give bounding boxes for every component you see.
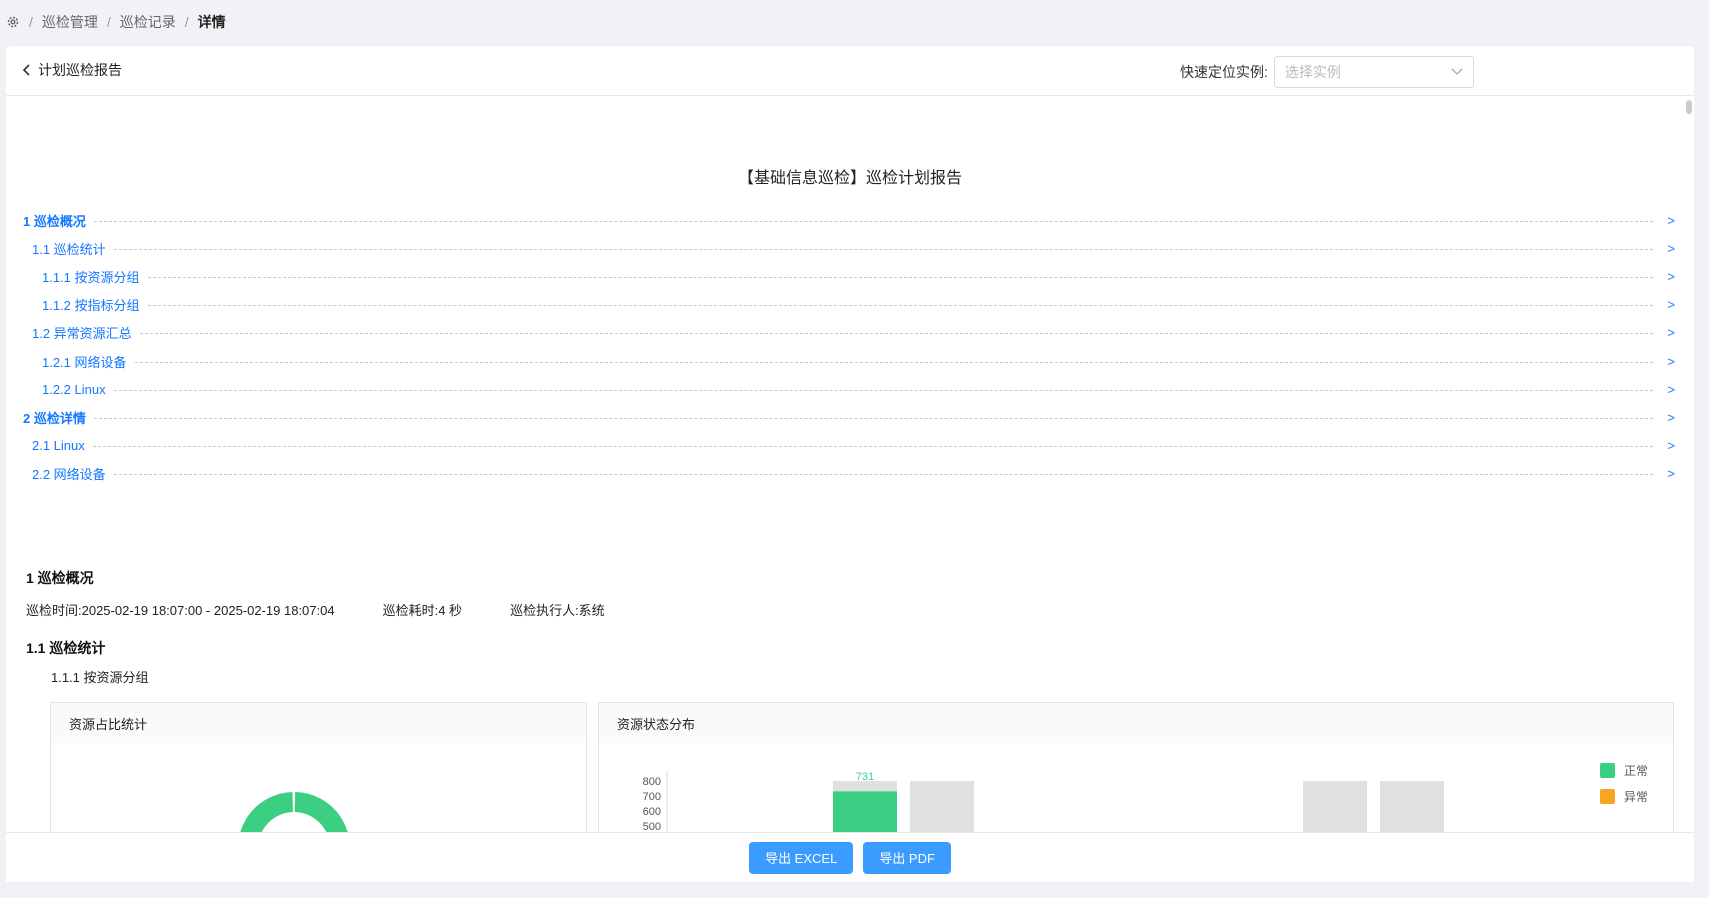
- breadcrumb-separator: /: [184, 14, 189, 30]
- toc-item-label: 1.2.1 网络设备: [42, 354, 127, 370]
- section-title-overview: 1 巡检概况: [26, 570, 94, 586]
- breadcrumb: / 巡检管理 / 巡检记录 / 详情: [0, 0, 1709, 44]
- inspection-meta: 巡检时间:2025-02-19 18:07:00 - 2025-02-19 18…: [26, 600, 653, 619]
- toc-item[interactable]: 1.2.1 网络设备 >: [42, 351, 1675, 371]
- pie-slice[interactable]: [240, 792, 348, 832]
- y-tick-label: 600: [643, 806, 661, 818]
- instance-locator: 快速定位实例: 选择实例: [1180, 56, 1474, 88]
- bar-background: [910, 781, 974, 832]
- breadcrumb-separator: /: [29, 14, 33, 30]
- toc-item-label: 1.2.2 Linux: [42, 381, 106, 397]
- inspection-executor: 巡检执行人:系统: [510, 603, 605, 618]
- toc-item[interactable]: 2.1 Linux >: [32, 436, 1675, 456]
- toc-leader-dots: [139, 333, 1653, 335]
- toc-item-label: 1 巡检概况: [23, 213, 86, 229]
- locate-label: 快速定位实例:: [1180, 64, 1268, 80]
- toc-item[interactable]: 2.2 网络设备 >: [32, 464, 1675, 484]
- toc-item-label: 1.1.2 按指标分组: [42, 298, 140, 314]
- export-excel-button[interactable]: 导出 EXCEL: [749, 841, 854, 874]
- resource-status-chart: 800700600500400300200731正常异常: [643, 763, 1648, 832]
- bar-background: [1303, 781, 1367, 832]
- resource-ratio-chart: 正常(731)99.86%异常(1)0.14%: [240, 792, 348, 832]
- breadcrumb-item-detail: 详情: [197, 14, 226, 30]
- resource-ratio-panel: 资源占比统计 正常(731)99.86%异常(1)0.14%: [50, 702, 587, 832]
- toc-arrow-icon: >: [1667, 325, 1675, 341]
- report-title: 【基础信息巡检】巡检计划报告: [737, 170, 962, 187]
- scrollbar[interactable]: [1686, 100, 1692, 114]
- legend-label[interactable]: 异常: [1624, 790, 1648, 804]
- footer-actions: 导出 EXCEL 导出 PDF: [6, 832, 1694, 882]
- export-pdf-button[interactable]: 导出 PDF: [863, 841, 951, 874]
- toc-arrow-icon: >: [1667, 297, 1675, 313]
- breadcrumb-item-inspection-management[interactable]: 巡检管理: [42, 12, 98, 32]
- section-title-stats: 1.1 巡检统计: [26, 640, 106, 656]
- toc-item[interactable]: 2 巡检详情 >: [23, 407, 1675, 427]
- bar-background: [1380, 781, 1444, 832]
- toc-leader-dots: [134, 361, 1653, 363]
- breadcrumb-item-inspection-records[interactable]: 巡检记录: [120, 12, 176, 32]
- toc-item[interactable]: 1.2 异常资源汇总 >: [32, 323, 1675, 343]
- legend-swatch[interactable]: [1600, 789, 1615, 804]
- toc-arrow-icon: >: [1667, 268, 1675, 284]
- report-card: 计划巡检报告 快速定位实例: 选择实例 【基础信息巡检】巡检计划报告 1 巡检概…: [6, 46, 1694, 882]
- toc-item-label: 1.1 巡检统计: [32, 241, 106, 257]
- toc-arrow-icon: >: [1667, 409, 1675, 425]
- toc-item[interactable]: 1 巡检概况 >: [23, 210, 1675, 230]
- toc-arrow-icon: >: [1667, 438, 1675, 454]
- inspection-time: 巡检时间:2025-02-19 18:07:00 - 2025-02-19 18…: [26, 603, 335, 618]
- back-button[interactable]: 计划巡检报告: [22, 60, 122, 80]
- toc-arrow-icon: >: [1667, 353, 1675, 369]
- bar-value-label: 731: [856, 771, 874, 783]
- report-content[interactable]: 【基础信息巡检】巡检计划报告 1 巡检概况 >1.1 巡检统计 >1.1.1 按资源…: [6, 96, 1694, 832]
- resource-status-panel: 资源状态分布 800700600500400300200731正常异常: [598, 702, 1674, 832]
- toc-item-label: 2 巡检详情: [23, 410, 86, 426]
- toc-item[interactable]: 1.1.1 按资源分组 >: [42, 266, 1675, 286]
- toc-leader-dots: [147, 305, 1653, 307]
- y-tick-label: 700: [643, 791, 661, 803]
- toc-leader-dots: [92, 446, 1653, 448]
- chevron-left-icon: [22, 64, 30, 76]
- instance-select[interactable]: 选择实例: [1273, 56, 1474, 88]
- toc-item[interactable]: 1.2.2 Linux >: [42, 379, 1675, 399]
- toc-leader-dots: [147, 276, 1653, 278]
- toc-arrow-icon: >: [1667, 240, 1675, 256]
- bar-normal[interactable]: [833, 791, 897, 832]
- legend-label[interactable]: 正常: [1624, 764, 1648, 778]
- toc-item-label: 1.2 异常资源汇总: [32, 326, 132, 342]
- gear-icon[interactable]: [6, 15, 20, 29]
- toc-leader-dots: [93, 417, 1653, 419]
- panel-title: 资源占比统计: [51, 703, 586, 743]
- back-label: 计划巡检报告: [38, 62, 122, 78]
- toc-leader-dots: [113, 474, 1653, 476]
- toc-item[interactable]: 1.1.2 按指标分组 >: [42, 295, 1675, 315]
- toc-arrow-icon: >: [1667, 212, 1675, 228]
- subsection-title-by-resource: 1.1.1 按资源分组: [51, 670, 149, 685]
- toc-arrow-icon: >: [1667, 381, 1675, 397]
- inspection-duration: 巡检耗时:4 秒: [382, 603, 463, 618]
- toc-item-label: 1.1.1 按资源分组: [42, 269, 140, 285]
- chevron-down-icon: [1451, 68, 1463, 75]
- legend-swatch[interactable]: [1600, 763, 1615, 778]
- toc-item-label: 2.1 Linux: [32, 438, 85, 454]
- panel-title: 资源状态分布: [599, 703, 1673, 743]
- toc-leader-dots: [113, 248, 1653, 250]
- toc-arrow-icon: >: [1667, 466, 1675, 482]
- y-tick-label: 500: [643, 821, 661, 832]
- y-tick-label: 800: [643, 776, 661, 788]
- toc-item[interactable]: 1.1 巡检统计 >: [32, 238, 1675, 258]
- toc-leader-dots: [113, 389, 1653, 391]
- toc-leader-dots: [93, 220, 1653, 222]
- breadcrumb-separator: /: [106, 14, 111, 30]
- card-header: 计划巡检报告 快速定位实例: 选择实例: [6, 46, 1694, 96]
- instance-select-placeholder: 选择实例: [1284, 64, 1341, 80]
- toc-item-label: 2.2 网络设备: [32, 467, 106, 483]
